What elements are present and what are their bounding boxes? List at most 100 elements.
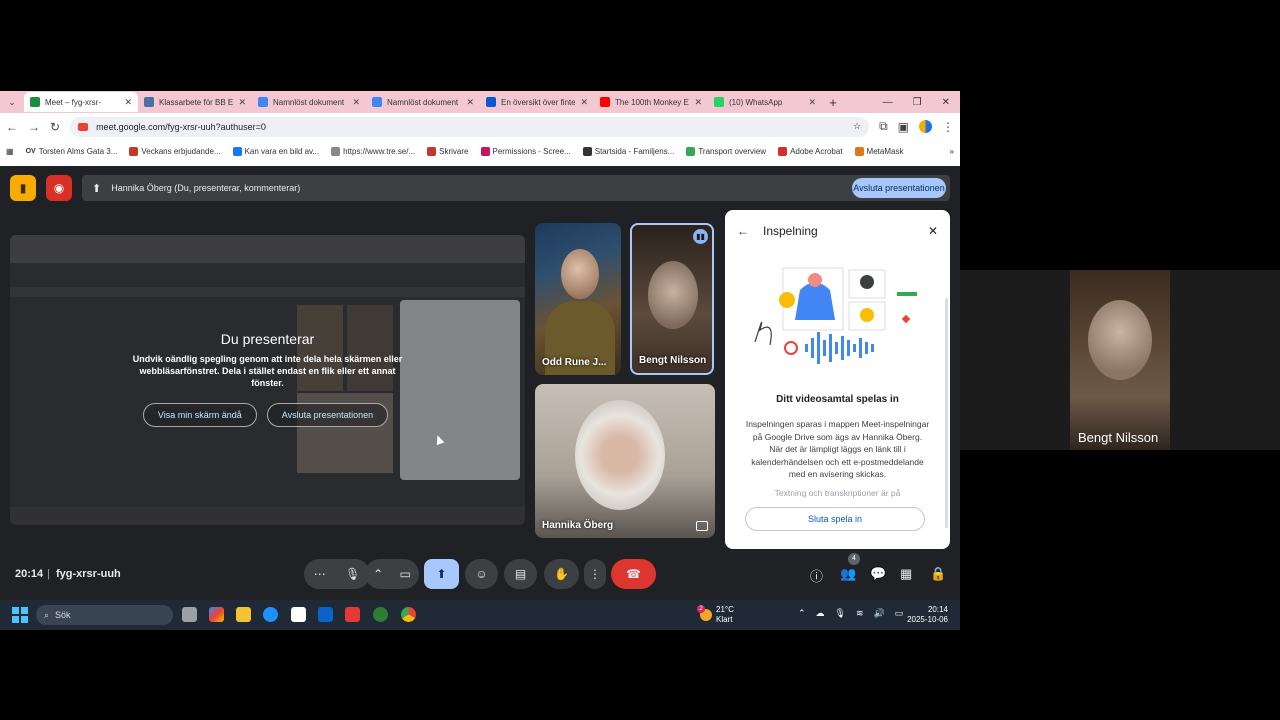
close-tab-icon[interactable]: ✕ bbox=[238, 97, 246, 108]
tab-0[interactable]: Meet – fyg-xrsr- ✕ bbox=[24, 92, 138, 112]
bookmark-item[interactable]: Kan vara en bild av... bbox=[232, 146, 319, 156]
close-tab-icon[interactable]: ✕ bbox=[808, 97, 816, 108]
screen: ⌄ Meet – fyg-xrsr- ✕ Klassarbete för BB Ek… bbox=[0, 0, 960, 720]
window-controls: — ❐ ✕ bbox=[883, 97, 960, 108]
back-icon[interactable]: ← bbox=[6, 120, 18, 134]
panel-scrollbar[interactable] bbox=[945, 298, 948, 528]
profile-avatar[interactable] bbox=[919, 120, 932, 133]
taskbar-search[interactable]: ⌕ Sök bbox=[36, 605, 173, 625]
weather-badge: 2 bbox=[697, 605, 705, 613]
raise-hand-button[interactable]: ✋ bbox=[544, 559, 579, 589]
taskbar-date: 2025-10-06 bbox=[907, 615, 948, 624]
close-tab-icon[interactable]: ✕ bbox=[580, 97, 588, 108]
meeting-info-icon[interactable]: ⓘ bbox=[810, 566, 823, 585]
end-presentation-button[interactable]: Avsluta presentationen bbox=[852, 178, 946, 198]
tab-title: Klassarbete för BB Ek bbox=[159, 97, 234, 107]
participant-tile-odd[interactable]: Odd Rune J... bbox=[535, 223, 621, 375]
weather-widget[interactable]: 2 21°C Klart bbox=[697, 605, 734, 625]
bookmark-item[interactable]: Skrivare bbox=[427, 146, 469, 156]
store-icon[interactable] bbox=[291, 607, 306, 622]
edge-icon[interactable] bbox=[263, 607, 278, 622]
emoji-icon: ☺ bbox=[475, 567, 488, 581]
clock[interactable]: 20:14 2025-10-06 bbox=[907, 605, 948, 625]
tab-search-chevron-icon[interactable]: ⌄ bbox=[0, 97, 24, 108]
more-bookmarks-icon[interactable]: » bbox=[950, 147, 954, 156]
chrome-icon[interactable] bbox=[401, 607, 416, 622]
downloads-icon[interactable]: ▣ bbox=[898, 120, 909, 134]
forward-icon[interactable]: → bbox=[28, 120, 40, 134]
bookmark-star-icon[interactable]: ☆ bbox=[853, 121, 861, 132]
tab-4[interactable]: En översikt över finte ✕ bbox=[480, 92, 594, 112]
app-icon[interactable] bbox=[373, 607, 388, 622]
wifi-icon[interactable]: ≋ bbox=[856, 608, 864, 619]
participant-tile-hannika[interactable]: Hannika Öberg bbox=[535, 384, 715, 538]
maximize-icon[interactable]: ❐ bbox=[913, 97, 922, 108]
apps-grid-icon[interactable]: ▦ bbox=[6, 147, 14, 156]
close-tab-icon[interactable]: ✕ bbox=[124, 97, 132, 108]
bookmark-item[interactable]: Veckans erbjudande... bbox=[129, 146, 221, 156]
windows-start-icon[interactable] bbox=[12, 607, 28, 623]
tab-6[interactable]: (10) WhatsApp ✕ bbox=[708, 92, 822, 112]
bookmark-icon bbox=[480, 146, 490, 156]
close-tab-icon[interactable]: ✕ bbox=[694, 97, 702, 108]
close-panel-icon[interactable]: ✕ bbox=[928, 224, 938, 238]
bookmark-item[interactable]: Transport overview bbox=[686, 146, 766, 156]
close-window-icon[interactable]: ✕ bbox=[942, 97, 950, 108]
audio-options-icon[interactable]: ⋯ bbox=[314, 567, 326, 581]
task-view-icon[interactable] bbox=[182, 607, 197, 622]
reactions-button[interactable]: ☺ bbox=[465, 559, 498, 589]
close-tab-icon[interactable]: ✕ bbox=[466, 97, 474, 108]
present-now-button[interactable]: ⬆ bbox=[424, 559, 459, 589]
show-screen-anyway-button[interactable]: Visa min skärm ändå bbox=[142, 403, 257, 427]
panel-title: Inspelning bbox=[763, 224, 818, 238]
bookmark-item[interactable]: Startsida - Familjens... bbox=[582, 146, 674, 156]
address-bar[interactable]: meet.google.com/fyg-xrsr-uuh?authuser=0 … bbox=[70, 116, 870, 137]
bookmark-item[interactable]: Adobe Acrobat bbox=[778, 146, 843, 156]
app-icon[interactable] bbox=[345, 607, 360, 622]
participant-name: Hannika Öberg bbox=[542, 520, 614, 531]
microphone-icon[interactable]: 🎙 bbox=[345, 567, 360, 581]
browser-menu-icon[interactable]: ⋮ bbox=[942, 120, 954, 134]
meet-top-bar: ▮ ◉ ⬆ Hannika Öberg (Du, presenterar, ko… bbox=[10, 175, 950, 201]
bookmark-item[interactable]: https://www.tre.se/... bbox=[331, 146, 415, 156]
tab-3[interactable]: Namnlöst dokument ✕ bbox=[366, 92, 480, 112]
participant-name: Odd Rune J... bbox=[542, 357, 607, 368]
new-tab-button[interactable]: + bbox=[822, 95, 844, 110]
tab-2[interactable]: Namnlöst dokument ✕ bbox=[252, 92, 366, 112]
stop-presentation-button[interactable]: Avsluta presentationen bbox=[266, 403, 389, 427]
camera-icon[interactable]: ▭ bbox=[400, 567, 411, 581]
bookmark-item[interactable]: Permissions - Scree... bbox=[480, 146, 571, 156]
leave-call-button[interactable]: ☎ bbox=[611, 559, 656, 589]
copilot-icon[interactable] bbox=[209, 607, 224, 622]
more-options-button[interactable]: ⋮ bbox=[584, 559, 606, 589]
site-info-icon[interactable] bbox=[78, 122, 89, 131]
captions-button[interactable]: ▤ bbox=[504, 559, 537, 589]
network-icon[interactable]: ☁ bbox=[816, 608, 825, 619]
minimize-icon[interactable]: — bbox=[883, 97, 893, 108]
bookmark-item[interactable]: OV Torsten Alms Gata 3... bbox=[26, 147, 118, 156]
outlook-icon[interactable] bbox=[318, 607, 333, 622]
participant-tile-bengt[interactable]: ▮▮ Bengt Nilsson bbox=[630, 223, 714, 375]
bookmark-item[interactable]: MetaMask bbox=[854, 146, 903, 156]
tab-5[interactable]: The 100th Monkey E ✕ bbox=[594, 92, 708, 112]
volume-icon[interactable]: 🔊 bbox=[874, 608, 885, 619]
microphone-icon[interactable]: 🎙 bbox=[835, 608, 846, 619]
file-explorer-icon[interactable] bbox=[236, 607, 251, 622]
battery-icon[interactable]: ▭ bbox=[895, 608, 904, 619]
host-controls-icon[interactable]: 🔒 bbox=[930, 566, 946, 582]
reload-icon[interactable]: ↻ bbox=[50, 120, 60, 134]
recording-icon[interactable]: ◉ bbox=[46, 175, 72, 201]
hand-icon: ✋ bbox=[554, 567, 569, 581]
chat-icon[interactable]: 💬 bbox=[870, 566, 886, 582]
back-arrow-icon[interactable]: ← bbox=[737, 224, 749, 238]
close-tab-icon[interactable]: ✕ bbox=[352, 97, 360, 108]
tab-1[interactable]: Klassarbete för BB Ek ✕ bbox=[138, 92, 252, 112]
extensions-icon[interactable]: ⧉ bbox=[879, 119, 888, 134]
activities-grid-icon[interactable]: ▦ bbox=[900, 566, 912, 582]
chevron-up-icon[interactable]: ⌃ bbox=[798, 608, 806, 619]
activities-icon[interactable]: ▮ bbox=[10, 175, 36, 201]
video-options-chevron-icon[interactable]: ⌃ bbox=[373, 567, 383, 581]
tab-title: Meet – fyg-xrsr- bbox=[45, 97, 102, 107]
stop-recording-button[interactable]: Sluta spela in bbox=[745, 507, 925, 531]
people-icon[interactable]: 👥 bbox=[840, 566, 856, 582]
